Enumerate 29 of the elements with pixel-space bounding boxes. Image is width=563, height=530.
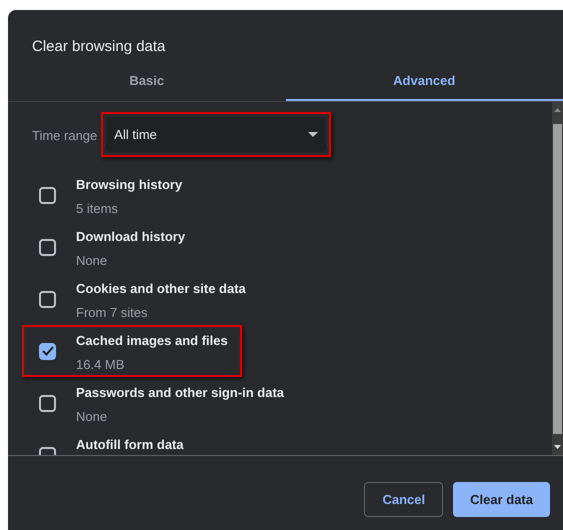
checkbox[interactable]	[39, 394, 56, 412]
cancel-button[interactable]: Cancel	[364, 482, 444, 517]
time-range-dropdown[interactable]: All time	[106, 117, 326, 152]
scrollbar[interactable]	[552, 102, 563, 455]
item-detail: 5 items	[76, 200, 119, 218]
dialog-title: Clear browsing data	[32, 36, 166, 56]
item-detail: From 7 sites	[76, 304, 149, 322]
scrollbar-thumb[interactable]	[553, 124, 562, 434]
item-title: Autofill form data	[76, 436, 184, 454]
checkbox[interactable]	[39, 342, 56, 360]
item-title: Passwords and other sign-in data	[76, 384, 284, 402]
checkbox[interactable]	[39, 186, 56, 204]
item-detail: 16.4 MB	[76, 356, 126, 374]
clear-data-button[interactable]: Clear data	[453, 482, 550, 517]
item-title: Cached images and files	[76, 332, 228, 350]
item-detail: None	[76, 252, 108, 270]
scroll-down-icon[interactable]	[554, 445, 561, 449]
dropdown-arrow-icon	[308, 132, 318, 137]
time-range-label: Time range	[32, 127, 98, 145]
item-detail: None	[76, 408, 108, 426]
tab[interactable]: Advanced	[286, 62, 563, 101]
item-title: Cookies and other site data	[76, 280, 246, 298]
checkbox[interactable]	[39, 238, 56, 256]
checkbox[interactable]	[39, 290, 56, 308]
checkmark-icon	[42, 346, 54, 356]
scroll-up-icon[interactable]	[554, 108, 561, 112]
item-title: Download history	[76, 228, 186, 246]
item-title: Browsing history	[76, 176, 182, 194]
tab[interactable]: Basic	[8, 62, 286, 101]
